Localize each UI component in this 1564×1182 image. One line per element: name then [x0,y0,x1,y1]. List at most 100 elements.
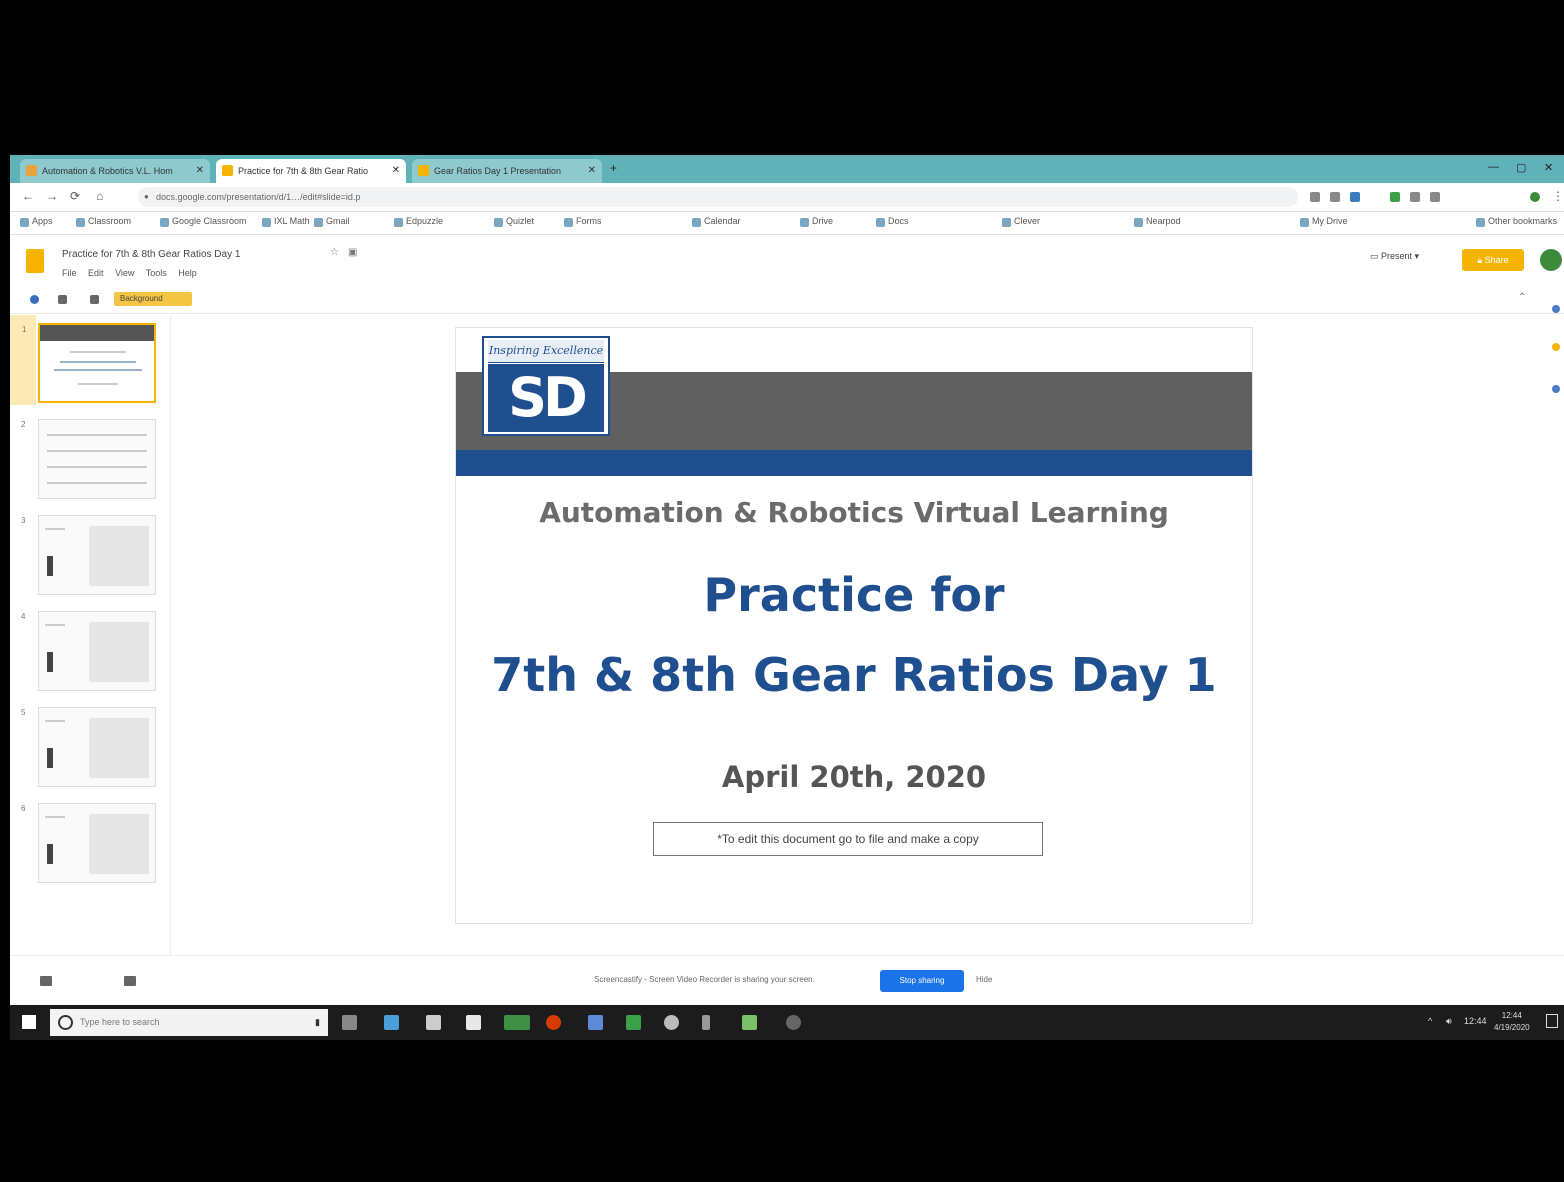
taskbar-app-icon[interactable] [384,1015,399,1030]
lock-icon: 🔒︎ [1477,255,1485,265]
keep-icon[interactable] [1552,343,1560,351]
back-icon[interactable]: ← [22,189,34,203]
menu-file[interactable]: File [62,268,77,278]
close-icon[interactable]: ✕ [588,159,596,183]
zoom-icon[interactable] [58,295,67,304]
search-placeholder: Type here to search [80,1017,160,1027]
task-view-icon[interactable] [342,1015,357,1030]
notification-icon[interactable] [1546,1014,1558,1028]
present-button[interactable]: ▭ Present ▾ [1370,251,1419,262]
slide-note: *To edit this document go to file and ma… [653,822,1043,856]
select-cursor-icon[interactable] [90,295,99,304]
browser-tab-active[interactable]: Practice for 7th & 8th Gear Ratio ✕ [216,159,406,183]
collapse-toolbar-icon[interactable]: ⌃ [1518,292,1526,303]
slide-title-line2: 7th & 8th Gear Ratios Day 1 [491,648,1217,702]
taskbar-clock[interactable]: 12:44 4/19/2020 [1494,1010,1530,1034]
taskbar-app-icon[interactable] [588,1015,603,1030]
bookmark-item[interactable]: Docs [876,216,909,227]
bookmark-item[interactable]: Drive [800,216,833,227]
move-folder-icon[interactable]: ▣ [348,247,357,258]
extension-icon[interactable] [1350,192,1360,202]
avatar[interactable] [1540,249,1562,271]
slide-number: 4 [21,612,26,621]
slide-thumbnail[interactable]: 4 [21,611,156,691]
slide-thumbnail[interactable]: 2 [21,419,156,499]
new-slide-icon[interactable] [30,295,39,304]
reload-icon[interactable]: ⟳ [70,189,80,203]
grid-view-icon[interactable] [40,976,52,986]
taskbar-search[interactable]: Type here to search ▮ [50,1009,328,1036]
star-icon[interactable]: ☆ [330,247,339,258]
menu-edit[interactable]: Edit [88,268,104,278]
slide-canvas[interactable]: Inspiring Excellence SD Automation & Rob… [455,327,1253,924]
volume-icon[interactable]: 🔊︎ [1446,1016,1452,1027]
bookmark-item[interactable]: Edpuzzle [394,216,443,227]
minimize-icon[interactable]: — [1488,161,1499,173]
tray-chevron-icon[interactable]: ^ [1428,1016,1432,1026]
close-window-icon[interactable]: ✕ [1544,161,1553,174]
profile-icon[interactable] [1530,192,1540,202]
filmstrip-view-icon[interactable] [124,976,136,986]
maximize-icon[interactable]: ▢ [1516,161,1526,174]
taskbar-app-icon[interactable] [426,1015,441,1030]
tasks-icon[interactable] [1552,385,1560,393]
thumbnail-line [60,361,136,363]
microphone-icon[interactable]: ▮ [315,1009,320,1036]
bookmark-item[interactable]: Apps [20,216,53,227]
slide-thumbnail[interactable]: 6 [21,803,156,883]
extension-icon[interactable] [1410,192,1420,202]
extension-icon[interactable] [1430,192,1440,202]
taskbar-app-icon[interactable] [546,1015,561,1030]
menu-help[interactable]: Help [178,268,197,278]
new-tab-button[interactable]: + [610,161,617,175]
other-bookmarks[interactable]: Other bookmarks [1476,216,1557,227]
bookmark-item[interactable]: Quizlet [494,216,534,227]
bookmark-item[interactable]: Calendar [692,216,741,227]
bookmark-item[interactable]: Classroom [76,216,131,227]
calendar-icon[interactable] [1552,305,1560,313]
menu-view[interactable]: View [115,268,134,278]
slides-toolbar: Background ⌃ [10,287,1564,314]
background-button[interactable]: Background [114,292,192,306]
slide-number: 2 [21,420,26,429]
slide-thumbnail[interactable]: 3 [21,515,156,595]
document-title[interactable]: Practice for 7th & 8th Gear Ratios Day 1 [62,249,240,260]
menu-tools[interactable]: Tools [146,268,167,278]
hide-button[interactable]: Hide [976,975,992,984]
slide-thumbnail[interactable]: 1 [22,323,156,403]
share-label: Share [1484,255,1509,265]
bookmark-item[interactable]: IXL Math [262,216,310,227]
menu-kebab-icon[interactable]: ⋮ [1552,189,1564,203]
bookmark-item[interactable]: Nearpod [1134,216,1181,227]
slide-thumbnail[interactable]: 5 [21,707,156,787]
slides-header: Practice for 7th & 8th Gear Ratios Day 1… [10,235,1564,287]
extension-icon[interactable] [1330,192,1340,202]
share-button[interactable]: 🔒︎ Share [1462,249,1524,271]
home-icon[interactable]: ⌂ [96,189,103,203]
bookmark-item[interactable]: My Drive [1300,216,1348,227]
stop-sharing-button[interactable]: Stop sharing [880,970,964,992]
extension-icon[interactable] [1390,192,1400,202]
close-icon[interactable]: ✕ [196,159,204,183]
close-icon[interactable]: ✕ [392,159,400,183]
taskbar-app-icon[interactable] [626,1015,641,1030]
bookmark-item[interactable]: Clever [1002,216,1040,227]
taskbar-app-icon[interactable] [742,1015,757,1030]
windows-start-icon[interactable] [22,1015,36,1029]
taskbar-app-icon[interactable] [664,1015,679,1030]
chrome-icon[interactable] [504,1015,530,1030]
forward-icon[interactable]: → [46,189,58,203]
browser-tab[interactable]: Automation & Robotics V.L. Hom ✕ [20,159,210,183]
browser-tab-bar: Automation & Robotics V.L. Hom ✕ Practic… [10,155,1564,183]
browser-tab[interactable]: Gear Ratios Day 1 Presentation ✕ [412,159,602,183]
taskbar-app-icon[interactable] [786,1015,801,1030]
bookmark-item[interactable]: Gmail [314,216,350,227]
extension-icon[interactable] [1310,192,1320,202]
taskbar-app-icon[interactable] [702,1015,710,1030]
bookmark-item[interactable]: Forms [564,216,602,227]
address-row: ← → ⟳ ⌂ ● docs.google.com/presentation/d… [10,183,1564,212]
bookmark-item[interactable]: Google Classroom [160,216,247,227]
taskbar-app-icon[interactable] [466,1015,481,1030]
address-bar[interactable]: ● docs.google.com/presentation/d/1…/edit… [138,187,1298,207]
slides-logo-icon[interactable] [26,249,44,273]
